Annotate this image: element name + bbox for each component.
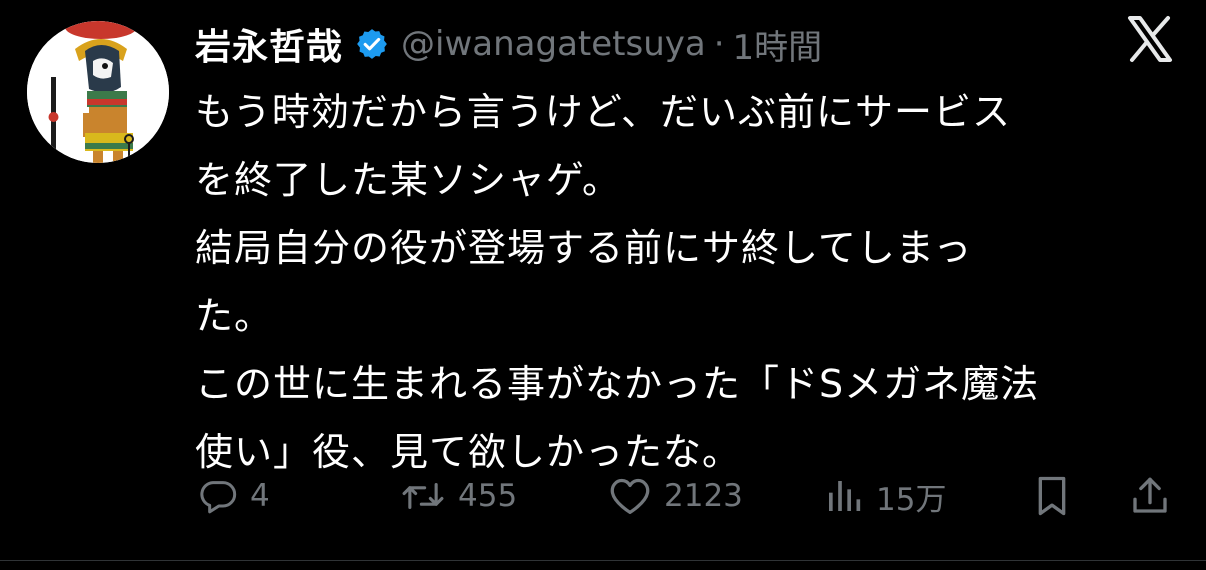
header-separator: · xyxy=(713,24,725,64)
author-avatar[interactable] xyxy=(27,21,169,163)
tweet-text-line: を終了した某ソシャゲ。 xyxy=(195,158,621,202)
repost-icon xyxy=(400,476,446,516)
share-button[interactable] xyxy=(1130,468,1170,524)
views-button[interactable]: 15万 xyxy=(824,468,946,524)
x-logo-icon[interactable] xyxy=(1126,14,1174,64)
reply-icon xyxy=(198,476,238,516)
like-count: 2123 xyxy=(664,478,743,514)
tweet-text-line: 結局自分の役が登場する前にサ終してしまっ xyxy=(195,226,973,270)
action-bar: 4 455 2123 15万 xyxy=(190,468,1180,524)
heart-icon xyxy=(608,476,652,516)
author-handle[interactable]: @iwanagatetsuya xyxy=(401,24,706,64)
tweet-text-line: この世に生まれる事がなかった「ドSメガネ魔法 xyxy=(195,362,1040,406)
reply-count: 4 xyxy=(250,478,270,514)
share-icon xyxy=(1130,474,1170,518)
author-display-name[interactable]: 岩永哲哉 xyxy=(195,18,343,70)
tweet-text: もう時効だから言うけど、だいぶ前にサービス を終了した某ソシャゲ。 結局自分の役… xyxy=(195,78,1185,486)
like-button[interactable]: 2123 xyxy=(608,468,743,524)
tweet-header: 岩永哲哉 @iwanagatetsuya · 1時間 xyxy=(195,18,822,70)
analytics-icon xyxy=(824,476,864,516)
tweet-text-line: た。 xyxy=(195,294,274,338)
bookmark-button[interactable] xyxy=(1032,468,1072,524)
reply-button[interactable]: 4 xyxy=(198,468,270,524)
tweet-timestamp[interactable]: 1時間 xyxy=(733,20,823,69)
bookmark-icon xyxy=(1032,474,1072,518)
tweet-text-line: もう時効だから言うけど、だいぶ前にサービス xyxy=(195,90,1011,134)
views-count: 15万 xyxy=(876,481,947,518)
tweet-divider xyxy=(0,560,1206,561)
repost-button[interactable]: 455 xyxy=(400,468,517,524)
repost-count: 455 xyxy=(458,478,518,514)
verified-badge-icon xyxy=(355,27,389,61)
